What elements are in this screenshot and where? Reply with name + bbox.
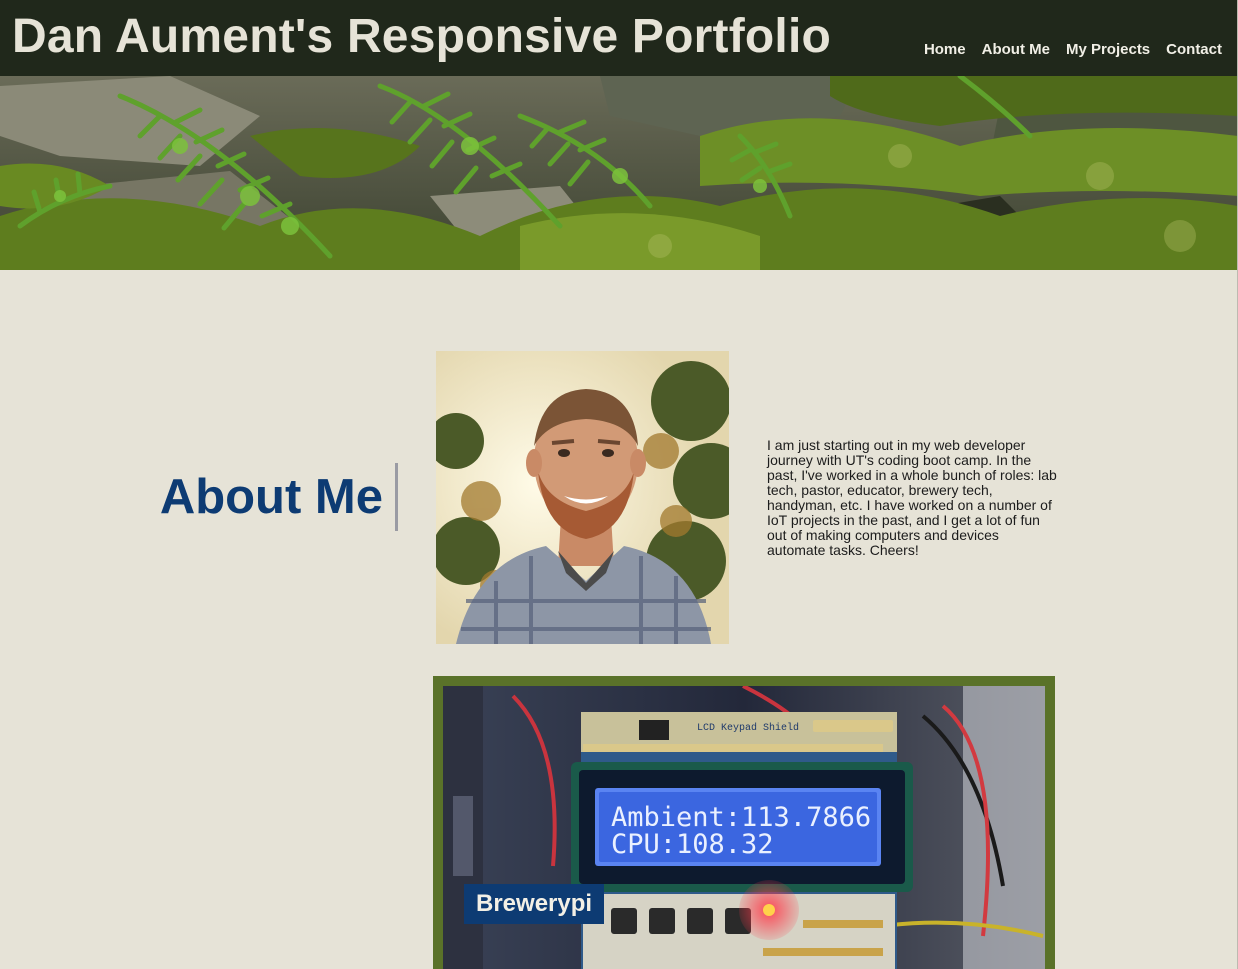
nav-about-me-link[interactable]: About Me xyxy=(974,40,1058,60)
site-title: Dan Aument's Responsive Portfolio xyxy=(12,10,832,63)
profile-photo xyxy=(436,351,729,644)
lcd-shield-label: LCD Keypad Shield xyxy=(697,722,799,734)
site-header: Dan Aument's Responsive Portfolio Home A… xyxy=(0,0,1237,76)
fern-moss-banner-image xyxy=(0,76,1237,270)
portrait-image xyxy=(436,351,729,644)
lcd-line-2: CPU:108.32 xyxy=(611,829,774,860)
nav-contact-link[interactable]: Contact xyxy=(1158,40,1230,60)
hero-banner xyxy=(0,76,1237,270)
project-title-label[interactable]: Brewerypi xyxy=(464,884,605,924)
about-heading-section: About Me xyxy=(150,463,398,531)
lcd-device-image: LCD Keypad Shield Ambient:113.7866 CPU:1… xyxy=(443,686,1045,969)
main-nav: Home About Me My Projects Contact xyxy=(916,40,1230,60)
nav-my-projects-link[interactable]: My Projects xyxy=(1058,40,1158,60)
about-bio-text: I am just starting out in my web develop… xyxy=(767,437,1057,558)
nav-home-link[interactable]: Home xyxy=(916,40,974,60)
page: Dan Aument's Responsive Portfolio Home A… xyxy=(0,0,1238,969)
project-photo: LCD Keypad Shield Ambient:113.7866 CPU:1… xyxy=(443,686,1045,969)
about-heading: About Me xyxy=(159,470,383,524)
project-card-brewerypi[interactable]: LCD Keypad Shield Ambient:113.7866 CPU:1… xyxy=(433,676,1055,969)
